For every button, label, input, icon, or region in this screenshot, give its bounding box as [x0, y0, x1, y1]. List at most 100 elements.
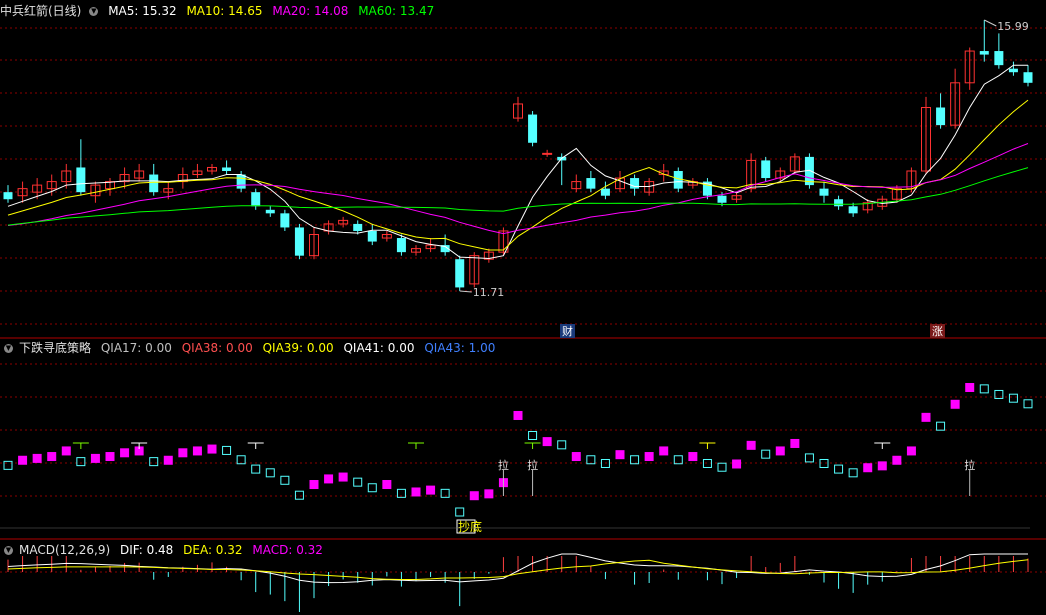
kline-chart-canvas[interactable]: 15.99 11.71 财 涨拉 拉 拉抄底 [0, 0, 1046, 615]
strategy-mark [761, 449, 771, 459]
strategy-mark [746, 440, 756, 450]
ma10-line [7, 99, 1029, 251]
strategy-mark [936, 421, 946, 431]
candle-body [251, 192, 261, 207]
strategy-mark [557, 440, 567, 450]
macd-value: MACD: 0.32 [252, 543, 323, 557]
strategy-mark [834, 464, 844, 474]
strategy-mark [906, 446, 916, 456]
candle-body [149, 174, 159, 193]
ma5-line [7, 64, 1028, 260]
strategy-mark [571, 452, 581, 462]
strategy-mark [338, 472, 348, 482]
qia41-value: QIA41: 0.00 [343, 341, 415, 355]
candle-body [630, 178, 640, 189]
strategy-mark [207, 444, 217, 454]
candle-body [265, 209, 275, 214]
strategy-mark [353, 477, 363, 487]
strategy-mark [790, 438, 800, 448]
candle-body [819, 188, 829, 196]
strategy-mark [120, 448, 130, 458]
strategy-mark [192, 446, 202, 456]
candle-body [528, 114, 538, 143]
strategy-mark [294, 490, 304, 500]
qia17-value: QIA17: 0.00 [100, 341, 172, 355]
strategy-mark [469, 491, 479, 501]
stock-title: 中兵红箭(日线) [0, 4, 82, 18]
candle-body [3, 192, 13, 200]
strategy-mark [921, 412, 931, 422]
dif-value: DIF: 0.48 [119, 543, 174, 557]
strategy-mark [411, 487, 421, 497]
high-pointer [984, 19, 997, 27]
strategy-mark [251, 464, 261, 474]
strategy-mark [178, 448, 188, 458]
candle-body [717, 195, 727, 203]
strategy-mark [382, 480, 392, 490]
strategy-panel-header: ▼ 下跌寻底策略 QIA17: 0.00 QIA38: 0.00 QIA39: 0… [0, 339, 501, 357]
strategy-mark [863, 463, 873, 473]
pull-label-2: 拉 [527, 458, 538, 472]
strategy-mark [892, 455, 902, 465]
strategy-mark [455, 507, 465, 517]
macd-panel-header: ▼ MACD(12,26,9) DIF: 0.48 DEA: 0.32 MACD:… [0, 541, 329, 559]
bottom-badge-text: 抄底 [458, 519, 482, 534]
strategy-mark [1008, 393, 1018, 403]
high-price-label: 15.99 [997, 20, 1028, 33]
candle-body [761, 160, 771, 179]
candle-body [994, 51, 1004, 66]
strategy-mark [688, 452, 698, 462]
candle-body [542, 152, 553, 155]
strategy-mark [367, 483, 377, 493]
candle-body [586, 178, 596, 189]
strategy-mark [542, 437, 552, 447]
qia43-value: QIA43: 1.00 [424, 341, 496, 355]
low-price-label: 11.71 [473, 286, 505, 299]
strategy-mark [149, 457, 159, 467]
strategy-mark [513, 410, 523, 420]
candle-body [455, 259, 465, 288]
dropdown-icon[interactable]: ▼ [4, 344, 13, 353]
strategy-mark [877, 461, 887, 471]
strategy-mark [47, 452, 57, 462]
ma20-line [7, 143, 1029, 235]
strategy-mark [61, 446, 71, 456]
ma60-line [7, 167, 1029, 226]
macd-title: MACD(12,26,9) [19, 543, 111, 557]
candle-body [1008, 68, 1018, 73]
qia39-value: QIA39: 0.00 [262, 341, 334, 355]
dropdown-icon[interactable]: ▼ [4, 546, 13, 555]
strategy-mark [1023, 399, 1033, 409]
candle-body [936, 107, 946, 126]
qia38-value: QIA38: 0.00 [181, 341, 253, 355]
ma60-value: MA60: 13.47 [358, 4, 435, 18]
pull-label-1: 拉 [498, 458, 509, 472]
strategy-mark [222, 445, 232, 455]
strategy-mark [90, 453, 100, 463]
limit-up-badge-text: 涨 [932, 325, 943, 338]
ma20-value: MA20: 14.08 [272, 4, 349, 18]
main-panel-header: 中兵红箭(日线) ▼ MA5: 15.32 MA10: 14.65 MA20: 1… [0, 2, 440, 20]
strategy-mark [732, 459, 742, 469]
strategy-mark [265, 468, 275, 478]
strategy-mark [775, 446, 785, 456]
candle-body [396, 238, 406, 253]
ma10-value: MA10: 14.65 [186, 4, 263, 18]
low-pointer [459, 290, 472, 293]
strategy-mark [163, 455, 173, 465]
strategy-mark [426, 485, 436, 495]
strategy-mark [18, 455, 28, 465]
candle-body [236, 174, 246, 189]
strategy-mark [280, 475, 290, 485]
candle-body [979, 51, 989, 55]
dropdown-icon[interactable]: ▼ [89, 7, 99, 16]
strategy-mark [950, 399, 960, 409]
finance-badge-text: 财 [562, 324, 573, 338]
strategy-title: 下跌寻底策略 [19, 341, 92, 355]
strategy-mark [965, 383, 975, 392]
strategy-mark [309, 480, 319, 490]
candle-body [848, 206, 858, 214]
candle-body [600, 188, 610, 196]
strategy-mark [105, 452, 115, 462]
candle-body [353, 223, 363, 231]
